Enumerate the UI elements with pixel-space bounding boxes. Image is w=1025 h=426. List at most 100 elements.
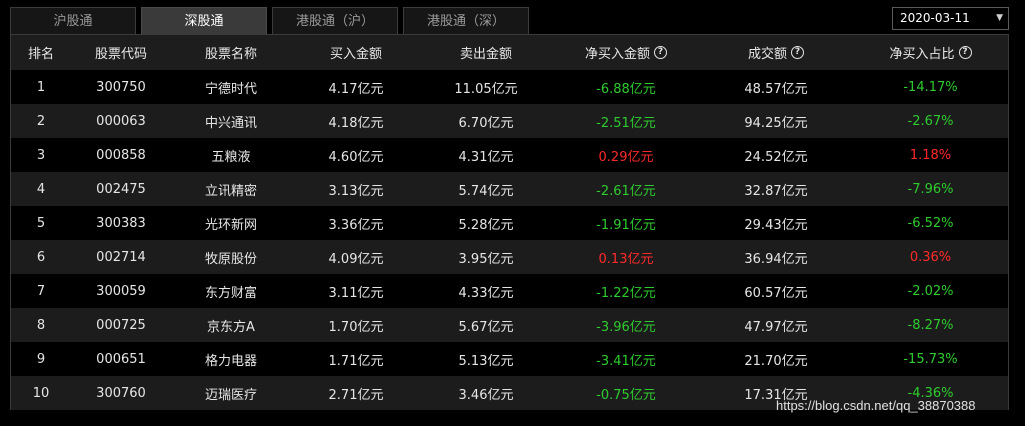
name-cell: 牧原股份 xyxy=(204,251,257,267)
sell-cell: 5.74亿元 xyxy=(458,183,514,199)
rank-cell: 6 xyxy=(36,249,46,265)
table-header: 排名 股票代码 股票名称 买入金额 卖出金额 净买入金额 ? 成交额 ? 净买入… xyxy=(11,35,1008,70)
net-buy-cell: -6.88亿元 xyxy=(596,81,656,97)
header-turnover[interactable]: 成交额 ? xyxy=(701,35,851,70)
sell-cell: 5.13亿元 xyxy=(458,353,514,369)
table-row[interactable]: 5 300383 光环新网 3.36亿元 5.28亿元 -1.91亿元 29.43亿元 -6.… xyxy=(11,206,1008,240)
sell-cell: 4.33亿元 xyxy=(458,285,514,301)
rank-cell: 3 xyxy=(36,147,46,163)
table-row[interactable]: 7 300059 东方财富 3.11亿元 4.33亿元 -1.22亿元 60.57亿元 -2.… xyxy=(11,274,1008,308)
rank-cell: 2 xyxy=(36,113,46,129)
code-cell: 300383 xyxy=(96,215,146,231)
table-row[interactable]: 2 000063 中兴通讯 4.18亿元 6.70亿元 -2.51亿元 94.25亿元 -2.… xyxy=(11,104,1008,138)
net-buy-cell: 0.13亿元 xyxy=(598,251,654,267)
header-net-buy[interactable]: 净买入金额 ? xyxy=(551,35,701,70)
code-cell: 000651 xyxy=(96,351,146,367)
code-cell: 300760 xyxy=(96,385,146,401)
date-select[interactable]: 2020-03-11 ▼ xyxy=(892,7,1009,30)
table-row[interactable]: 3 000858 五粮液 4.60亿元 4.31亿元 0.29亿元 24.52亿元 1.18% xyxy=(11,138,1008,172)
net-ratio-cell: -15.73% xyxy=(903,351,958,367)
table-row[interactable]: 9 000651 格力电器 1.71亿元 5.13亿元 -3.41亿元 21.70亿元 -15… xyxy=(11,342,1008,376)
turnover-cell: 36.94亿元 xyxy=(744,251,808,267)
buy-cell: 3.13亿元 xyxy=(328,183,384,199)
header-name[interactable]: 股票名称 xyxy=(171,35,291,70)
buy-cell: 3.11亿元 xyxy=(328,285,384,301)
buy-cell: 4.18亿元 xyxy=(328,115,384,131)
help-icon[interactable]: ? xyxy=(958,46,972,59)
code-cell: 000725 xyxy=(96,317,146,333)
name-cell: 东方财富 xyxy=(204,285,257,301)
rank-cell: 10 xyxy=(32,385,50,401)
tab-hk-connect-shenzhen[interactable]: 港股通（深） xyxy=(403,7,529,34)
rank-cell: 4 xyxy=(36,181,46,197)
sell-cell: 5.67亿元 xyxy=(458,319,514,335)
rank-cell: 8 xyxy=(36,317,46,333)
tab-hk-connect-shanghai[interactable]: 港股通（沪） xyxy=(272,7,398,34)
rank-cell: 7 xyxy=(36,283,46,299)
turnover-cell: 94.25亿元 xyxy=(744,115,808,131)
table-row[interactable]: 8 000725 京东方A 1.70亿元 5.67亿元 -3.96亿元 47.97亿元 -8.… xyxy=(11,308,1008,342)
table-row[interactable]: 6 002714 牧原股份 4.09亿元 3.95亿元 0.13亿元 36.94亿元 0.36… xyxy=(11,240,1008,274)
rank-cell: 1 xyxy=(36,79,46,95)
help-icon[interactable]: ? xyxy=(791,46,804,59)
buy-cell: 3.36亿元 xyxy=(328,217,384,233)
net-ratio-cell: -6.52% xyxy=(907,215,954,231)
net-buy-cell: -3.41亿元 xyxy=(596,353,656,369)
table-row[interactable]: 1 300750 宁德时代 4.17亿元 11.05亿元 -6.88亿元 48.57亿元 -1… xyxy=(11,70,1008,104)
net-buy-cell: -2.61亿元 xyxy=(596,183,656,199)
net-ratio-cell: 1.18% xyxy=(909,147,952,163)
table-body: 1 300750 宁德时代 4.17亿元 11.05亿元 -6.88亿元 48.57亿元 -1… xyxy=(11,70,1008,410)
header-turnover-label: 成交额 xyxy=(747,47,787,62)
sell-cell: 3.46亿元 xyxy=(458,387,514,403)
sell-cell: 5.28亿元 xyxy=(458,217,514,233)
turnover-cell: 32.87亿元 xyxy=(744,183,808,199)
name-cell: 五粮液 xyxy=(211,149,251,165)
code-cell: 000858 xyxy=(96,147,146,163)
buy-cell: 2.71亿元 xyxy=(328,387,384,403)
net-buy-cell: -0.75亿元 xyxy=(596,387,656,403)
header-net-ratio-label: 净买入占比 xyxy=(889,47,955,62)
watermark-url: https://blog.csdn.net/qq_38870388 xyxy=(776,398,976,413)
turnover-cell: 48.57亿元 xyxy=(744,81,808,97)
table-row[interactable]: 4 002475 立讯精密 3.13亿元 5.74亿元 -2.61亿元 32.87亿元 -7.… xyxy=(11,172,1008,206)
sell-cell: 4.31亿元 xyxy=(458,149,514,165)
tab-shenzhen-connect[interactable]: 深股通 xyxy=(141,7,267,34)
sell-cell: 11.05亿元 xyxy=(454,81,518,97)
code-cell: 300059 xyxy=(96,283,146,299)
name-cell: 光环新网 xyxy=(204,217,257,233)
date-value: 2020-03-11 xyxy=(900,11,970,25)
name-cell: 立讯精密 xyxy=(204,183,257,199)
turnover-cell: 29.43亿元 xyxy=(744,217,808,233)
rank-cell: 5 xyxy=(36,215,46,231)
buy-cell: 4.60亿元 xyxy=(328,149,384,165)
net-ratio-cell: -8.27% xyxy=(907,317,954,333)
name-cell: 京东方A xyxy=(207,319,255,335)
buy-cell: 1.71亿元 xyxy=(328,353,384,369)
header-code[interactable]: 股票代码 xyxy=(71,35,171,70)
name-cell: 迈瑞医疗 xyxy=(204,387,257,403)
buy-cell: 1.70亿元 xyxy=(328,319,384,335)
tab-shanghai-connect[interactable]: 沪股通 xyxy=(10,7,136,34)
name-cell: 宁德时代 xyxy=(204,81,257,97)
turnover-cell: 24.52亿元 xyxy=(744,149,808,165)
code-cell: 300750 xyxy=(96,79,146,95)
net-buy-cell: -2.51亿元 xyxy=(596,115,656,131)
net-buy-cell: -1.91亿元 xyxy=(596,217,656,233)
stock-table: 排名 股票代码 股票名称 买入金额 卖出金额 净买入金额 ? 成交额 ? 净买入… xyxy=(10,34,1009,410)
header-net-buy-label: 净买入金额 xyxy=(584,47,650,62)
buy-cell: 4.17亿元 xyxy=(328,81,384,97)
help-icon[interactable]: ? xyxy=(654,46,667,59)
header-buy[interactable]: 买入金额 xyxy=(291,35,421,70)
sell-cell: 3.95亿元 xyxy=(458,251,514,267)
header-sell[interactable]: 卖出金额 xyxy=(421,35,551,70)
net-ratio-cell: -2.67% xyxy=(907,113,954,129)
net-buy-cell: 0.29亿元 xyxy=(598,149,654,165)
header-rank[interactable]: 排名 xyxy=(11,35,71,70)
buy-cell: 4.09亿元 xyxy=(328,251,384,267)
net-ratio-cell: -7.96% xyxy=(907,181,954,197)
net-buy-cell: -1.22亿元 xyxy=(596,285,656,301)
net-buy-cell: -3.96亿元 xyxy=(596,319,656,335)
rank-cell: 9 xyxy=(36,351,46,367)
header-net-ratio[interactable]: 净买入占比 ? xyxy=(851,35,1010,70)
code-cell: 002475 xyxy=(96,181,146,197)
